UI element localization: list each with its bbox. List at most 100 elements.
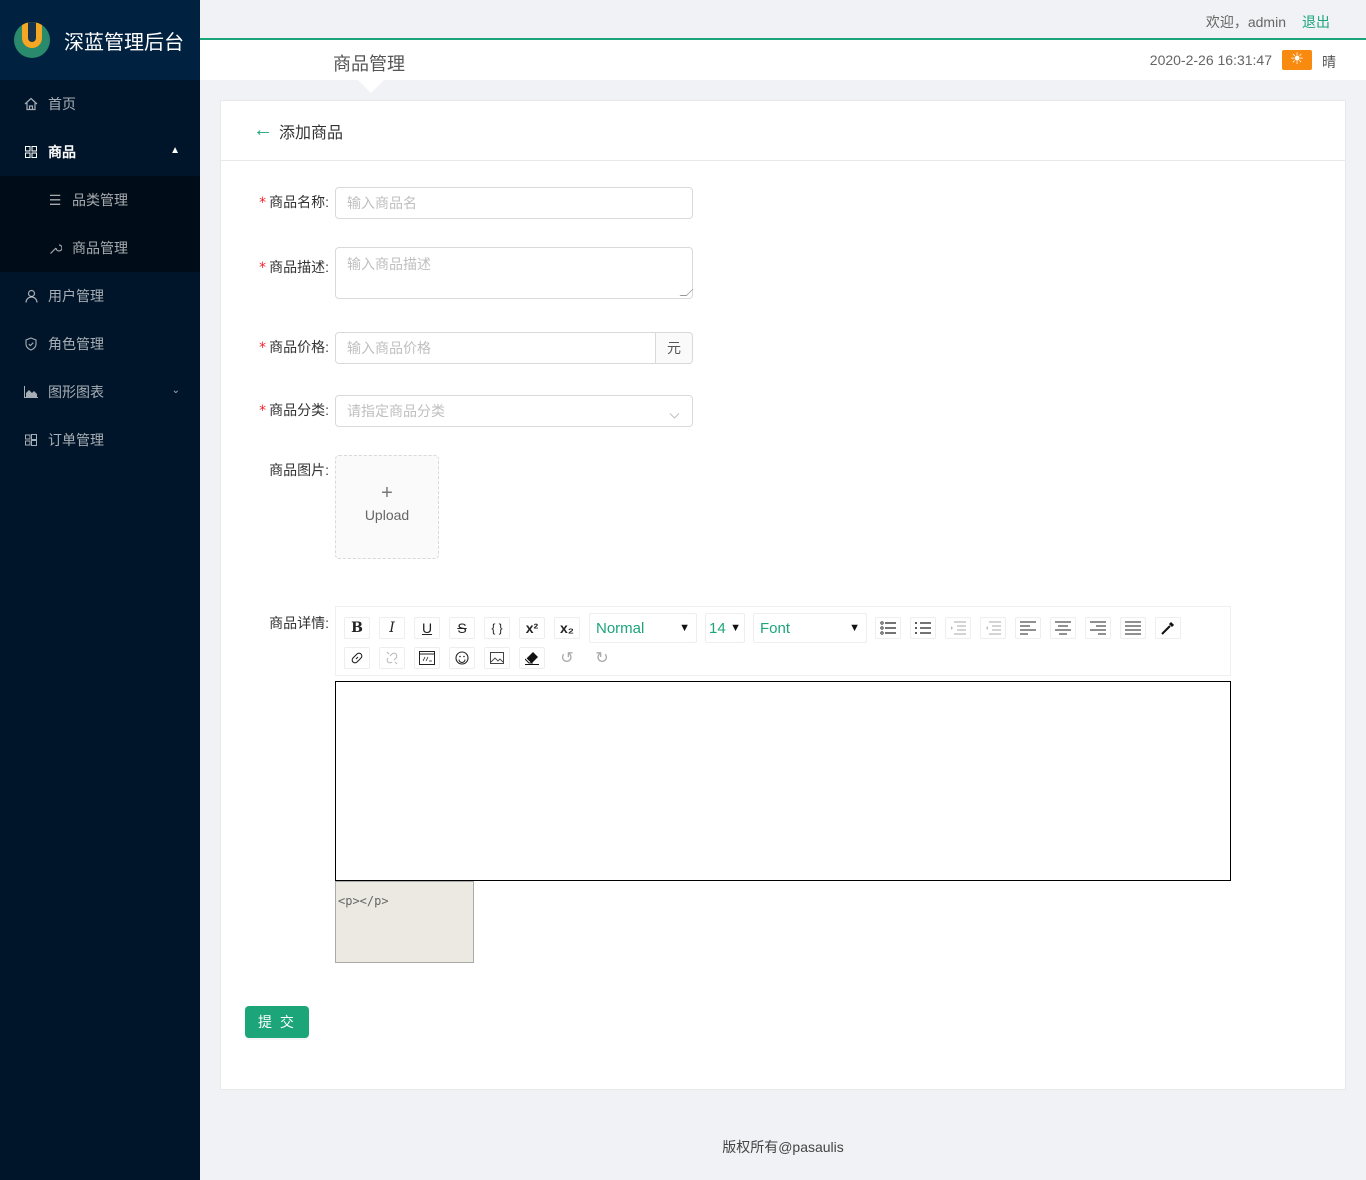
safety-icon <box>24 337 38 351</box>
logo[interactable]: 深蓝管理后台 <box>0 0 200 80</box>
chevron-down-icon <box>669 402 680 432</box>
page-title: 商品管理 <box>333 54 405 74</box>
title-pointer <box>358 80 384 93</box>
price-input-group: 输入商品价格 元 <box>335 332 693 364</box>
logout-link[interactable]: 退出 <box>1302 12 1330 32</box>
link-icon[interactable] <box>344 647 370 669</box>
arrow-left-icon[interactable]: ← <box>253 119 273 142</box>
weather-text: 晴 <box>1322 54 1336 70</box>
form-item-desc: * 商品描述: 输入商品描述 <box>221 247 693 299</box>
rich-text-editor[interactable] <box>335 681 1231 881</box>
form-item-name: * 商品名称: 输入商品名 <box>221 187 693 219</box>
caret-down-icon: ▼ <box>849 622 860 634</box>
align-justify-icon[interactable] <box>1120 617 1146 639</box>
underline-button[interactable]: U <box>414 617 440 639</box>
font-size-select[interactable]: 14 ▼ <box>705 613 745 643</box>
align-left-icon[interactable] <box>1015 617 1041 639</box>
category-placeholder: 请指定商品分类 <box>347 403 445 419</box>
sidebar-item-orders[interactable]: 订单管理 <box>0 416 200 464</box>
sidebar: 深蓝管理后台 首页 商品 ▲ ☰ 品类管理 商品管理 用户管理 角色管理 图形图… <box>0 0 200 1180</box>
ordered-list-icon[interactable] <box>910 617 936 639</box>
italic-button[interactable]: I <box>379 617 405 639</box>
sidebar-item-products[interactable]: 商品 ▲ <box>0 128 200 176</box>
editor-toolbar: B I U S { } x² x₂ Normal ▼ 14 ▼ Font ▼ ↺… <box>335 606 1231 676</box>
unordered-list-icon[interactable] <box>875 617 901 639</box>
color-picker-icon[interactable] <box>1155 617 1181 639</box>
image-icon[interactable] <box>484 647 510 669</box>
indent-icon[interactable] <box>945 617 971 639</box>
sidebar-item-product-management[interactable]: 商品管理 <box>0 224 200 272</box>
submit-button[interactable]: 提 交 <box>245 1006 309 1038</box>
app-title: 深蓝管理后台 <box>64 31 184 54</box>
html-source-textarea[interactable]: <p></p> <box>335 881 474 963</box>
form-item-detail: 商品详情: <box>221 613 335 633</box>
caret-down-icon: ▼ <box>730 622 741 634</box>
category-label-text: 商品分类: <box>269 402 329 418</box>
header-bar: 商品管理 2020-2-26 16:31:47 ☀ 晴 <box>200 40 1366 93</box>
user-icon <box>24 289 38 303</box>
product-desc-textarea[interactable]: 输入商品描述 <box>335 247 693 299</box>
detail-label: 商品详情: <box>269 615 329 631</box>
bars-icon: ☰ <box>48 191 62 208</box>
images-label: 商品图片: <box>269 462 329 478</box>
required-mark: * <box>259 195 267 211</box>
font-size-value: 14 <box>709 619 726 637</box>
price-unit-addon: 元 <box>656 332 693 364</box>
sidebar-item-label: 品类管理 <box>72 192 128 208</box>
image-upload-button[interactable]: + Upload <box>335 455 439 559</box>
required-mark: * <box>259 260 267 276</box>
form-item-category: * 商品分类: 请指定商品分类 <box>221 395 693 427</box>
welcome-text: 欢迎，admin <box>1205 14 1286 30</box>
bold-button[interactable]: B <box>344 617 370 639</box>
desc-label: * 商品描述: <box>221 247 335 299</box>
redo-icon[interactable]: ↻ <box>589 647 615 669</box>
name-label: * 商品名称: <box>221 187 335 219</box>
category-label: * 商品分类: <box>221 395 335 427</box>
add-product-card: ← 添加商品 * 商品名称: 输入商品名 * 商品描述: 输入商品描述 * 商品价格:… <box>220 100 1346 1090</box>
top-bar: 欢迎，admin 退出 <box>200 0 1366 40</box>
sidebar-item-label: 订单管理 <box>48 432 104 448</box>
windows-icon <box>24 433 38 447</box>
align-center-icon[interactable] <box>1050 617 1076 639</box>
category-select[interactable]: 请指定商品分类 <box>335 395 693 427</box>
sidebar-item-label: 首页 <box>48 96 76 112</box>
home-icon <box>24 97 38 111</box>
block-type-select[interactable]: Normal ▼ <box>589 613 697 643</box>
sidebar-item-categories[interactable]: ☰ 品类管理 <box>0 176 200 224</box>
strikethrough-button[interactable]: S <box>449 617 475 639</box>
price-label-text: 商品价格: <box>269 339 329 355</box>
datetime: 2020-2-26 16:31:47 <box>1149 52 1272 68</box>
product-name-input[interactable]: 输入商品名 <box>335 187 693 219</box>
form-item-images: 商品图片: + Upload <box>221 455 439 559</box>
sidebar-item-home[interactable]: 首页 <box>0 80 200 128</box>
outdent-icon[interactable] <box>980 617 1006 639</box>
undo-icon[interactable]: ↺ <box>554 647 580 669</box>
unlink-icon[interactable] <box>379 647 405 669</box>
sidebar-item-charts[interactable]: 图形图表 ⌄ <box>0 368 200 416</box>
emoji-icon[interactable] <box>449 647 475 669</box>
footer: 版权所有@pasaulis <box>722 1139 844 1155</box>
price-label: * 商品价格: <box>221 332 335 364</box>
area-chart-icon <box>24 385 38 399</box>
subscript-button[interactable]: x₂ <box>554 617 580 639</box>
name-label-text: 商品名称: <box>269 194 329 210</box>
sidebar-item-roles[interactable]: 角色管理 <box>0 320 200 368</box>
block-type-value: Normal <box>596 619 645 637</box>
superscript-button[interactable]: x² <box>519 617 545 639</box>
sidebar-item-users[interactable]: 用户管理 <box>0 272 200 320</box>
card-title: 添加商品 <box>279 124 344 142</box>
code-button[interactable]: { } <box>484 617 510 639</box>
form-item-price: * 商品价格: 输入商品价格 元 <box>221 332 693 364</box>
required-mark: * <box>259 340 267 356</box>
submenu-products: ☰ 品类管理 商品管理 <box>0 176 200 272</box>
code-block-icon[interactable] <box>414 647 440 669</box>
sun-icon: ☀ <box>1282 50 1312 70</box>
sidebar-item-label: 角色管理 <box>48 336 104 352</box>
desc-label-text: 商品描述: <box>269 259 329 275</box>
sidebar-item-label: 用户管理 <box>48 288 104 304</box>
font-family-select[interactable]: Font ▼ <box>753 613 867 643</box>
product-price-input[interactable]: 输入商品价格 <box>335 332 656 364</box>
align-right-icon[interactable] <box>1085 617 1111 639</box>
appstore-icon <box>24 145 38 159</box>
eraser-icon[interactable] <box>519 647 545 669</box>
